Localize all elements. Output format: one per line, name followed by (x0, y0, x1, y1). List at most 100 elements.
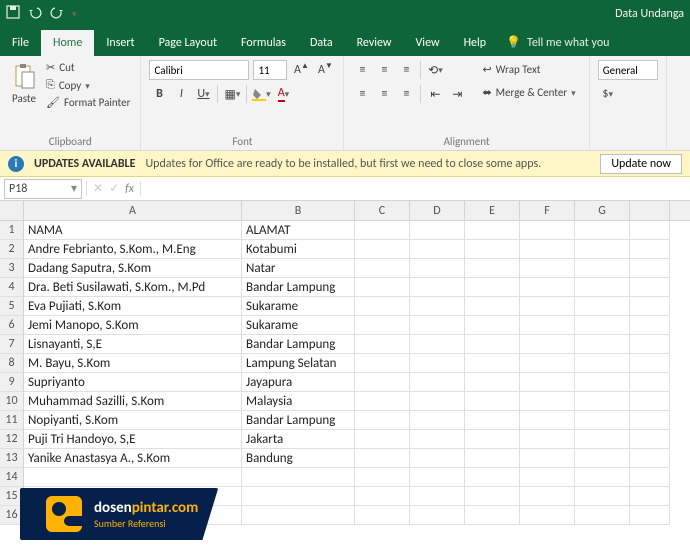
cell[interactable] (575, 240, 630, 259)
cancel-icon[interactable]: ✕ (93, 181, 103, 196)
row-header[interactable]: 2 (0, 240, 24, 259)
format-painter-button[interactable]: 🖌Format Painter (44, 95, 132, 110)
cell[interactable] (575, 297, 630, 316)
cell[interactable]: Jakarta (242, 430, 355, 449)
col-header[interactable]: B (242, 201, 355, 220)
row-header[interactable]: 1 (0, 221, 24, 240)
cell[interactable] (630, 468, 670, 487)
cell[interactable] (410, 297, 465, 316)
cell[interactable] (410, 221, 465, 240)
cell[interactable] (355, 354, 410, 373)
cell[interactable]: M. Bayu, S.Kom (24, 354, 242, 373)
cell[interactable] (355, 259, 410, 278)
cell[interactable] (630, 411, 670, 430)
cell[interactable] (465, 411, 520, 430)
cell[interactable]: Lampung Selatan (242, 354, 355, 373)
cell[interactable]: Nopiyanti, S.Kom (24, 411, 242, 430)
cell[interactable]: Yanike Anastasya A., S.Kom (24, 449, 242, 468)
cell[interactable] (575, 259, 630, 278)
cell[interactable]: Eva Pujiati, S.Kom (24, 297, 242, 316)
decrease-indent-icon[interactable]: ⇤ (425, 84, 445, 104)
cell[interactable] (465, 240, 520, 259)
cell[interactable]: NAMA (24, 221, 242, 240)
cell[interactable] (410, 240, 465, 259)
tab-help[interactable]: Help (452, 30, 499, 56)
decrease-font-icon[interactable]: A▼ (315, 60, 335, 80)
cell[interactable] (520, 392, 575, 411)
cell[interactable] (410, 392, 465, 411)
tab-page-layout[interactable]: Page Layout (147, 30, 229, 56)
font-name-select[interactable] (149, 60, 249, 80)
cell[interactable] (575, 468, 630, 487)
cell[interactable] (410, 259, 465, 278)
cell[interactable] (410, 487, 465, 506)
underline-button[interactable]: U (193, 84, 213, 104)
number-format-select[interactable] (598, 60, 658, 80)
cell[interactable] (630, 221, 670, 240)
cell[interactable] (355, 316, 410, 335)
cell[interactable] (410, 506, 465, 525)
fill-color-button[interactable] (251, 84, 271, 104)
redo-icon[interactable] (50, 5, 64, 23)
save-icon[interactable] (6, 5, 20, 23)
col-header[interactable]: G (575, 201, 630, 220)
cell[interactable]: Bandar Lampung (242, 335, 355, 354)
col-header[interactable] (630, 201, 670, 220)
cell[interactable] (465, 430, 520, 449)
cell[interactable] (575, 411, 630, 430)
cell[interactable]: Andre Febrianto, S.Kom., M.Eng (24, 240, 242, 259)
formula-input[interactable] (141, 179, 690, 199)
cell[interactable] (410, 316, 465, 335)
cell[interactable] (520, 506, 575, 525)
fx-icon[interactable]: fx (125, 182, 134, 196)
cell[interactable]: Dra. Beti Susilawati, S.Kom., M.Pd (24, 278, 242, 297)
name-box[interactable]: P18▾ (4, 179, 82, 199)
cell[interactable]: Jayapura (242, 373, 355, 392)
cell[interactable] (630, 335, 670, 354)
row-header[interactable]: 7 (0, 335, 24, 354)
cell[interactable] (630, 506, 670, 525)
cell[interactable] (355, 278, 410, 297)
cell[interactable] (520, 335, 575, 354)
cell[interactable] (630, 278, 670, 297)
row-header[interactable]: 14 (0, 468, 24, 487)
cell[interactable] (465, 297, 520, 316)
cell[interactable] (575, 316, 630, 335)
cell[interactable] (520, 449, 575, 468)
cell[interactable] (410, 468, 465, 487)
orientation-icon[interactable]: ⟲ (425, 60, 445, 80)
cell[interactable]: Jemi Manopo, S.Kom (24, 316, 242, 335)
col-header[interactable]: D (410, 201, 465, 220)
align-right-icon[interactable]: ≡ (396, 84, 416, 104)
cell[interactable] (355, 221, 410, 240)
tell-me[interactable]: 💡 Tell me what you (498, 29, 617, 56)
accounting-format-icon[interactable]: $ (598, 84, 618, 104)
cell[interactable]: Lisnayanti, S,E (24, 335, 242, 354)
cell[interactable] (630, 354, 670, 373)
cell[interactable] (465, 487, 520, 506)
cell[interactable]: Bandar Lampung (242, 278, 355, 297)
bold-button[interactable]: B (149, 84, 169, 104)
cell[interactable] (410, 411, 465, 430)
cell[interactable]: Kotabumi (242, 240, 355, 259)
cell[interactable] (630, 316, 670, 335)
align-top-icon[interactable]: ≡ (352, 60, 372, 80)
row-header[interactable]: 11 (0, 411, 24, 430)
cell[interactable] (242, 487, 355, 506)
align-bottom-icon[interactable]: ≡ (396, 60, 416, 80)
cell[interactable] (575, 392, 630, 411)
cell[interactable] (465, 278, 520, 297)
cell[interactable] (520, 487, 575, 506)
cell[interactable] (520, 278, 575, 297)
cell[interactable] (575, 278, 630, 297)
cell[interactable] (410, 278, 465, 297)
cell[interactable] (465, 392, 520, 411)
cell[interactable] (630, 373, 670, 392)
cell[interactable] (355, 392, 410, 411)
cell[interactable] (520, 259, 575, 278)
align-center-icon[interactable]: ≡ (374, 84, 394, 104)
tab-review[interactable]: Review (345, 30, 404, 56)
cell[interactable] (575, 506, 630, 525)
paste-button[interactable]: Paste (8, 60, 40, 110)
cell[interactable] (355, 335, 410, 354)
